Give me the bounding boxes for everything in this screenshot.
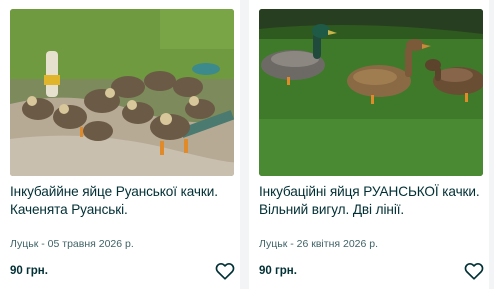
heart-outline-icon: [464, 263, 484, 280]
listing-title[interactable]: Інкубаційні яйця РУАНСЬКОЇ качки. Вільни…: [259, 183, 485, 219]
heart-outline-icon: [215, 263, 235, 280]
listing-location-date: Луцьк - 26 квітня 2026 р.: [259, 238, 379, 250]
listing-card[interactable]: Інкубаййне яйце Руанської качки. Каченят…: [0, 0, 240, 289]
listing-photo[interactable]: [259, 9, 483, 176]
listing-photo[interactable]: [10, 9, 234, 176]
listing-location-date: Луцьк - 05 травня 2026 р.: [10, 238, 134, 250]
adult-ducks-photo: [259, 9, 483, 176]
listing-card[interactable]: Інкубаційні яйця РУАНСЬКОЇ качки. Вільни…: [249, 0, 489, 289]
listing-title[interactable]: Інкубаййне яйце Руанської качки. Каченят…: [10, 183, 236, 219]
favorite-button[interactable]: [463, 260, 485, 282]
listing-price: 90 грн.: [10, 265, 48, 277]
favorite-button[interactable]: [214, 260, 236, 282]
listing-price: 90 грн.: [259, 265, 297, 277]
ducklings-photo: [10, 9, 234, 176]
